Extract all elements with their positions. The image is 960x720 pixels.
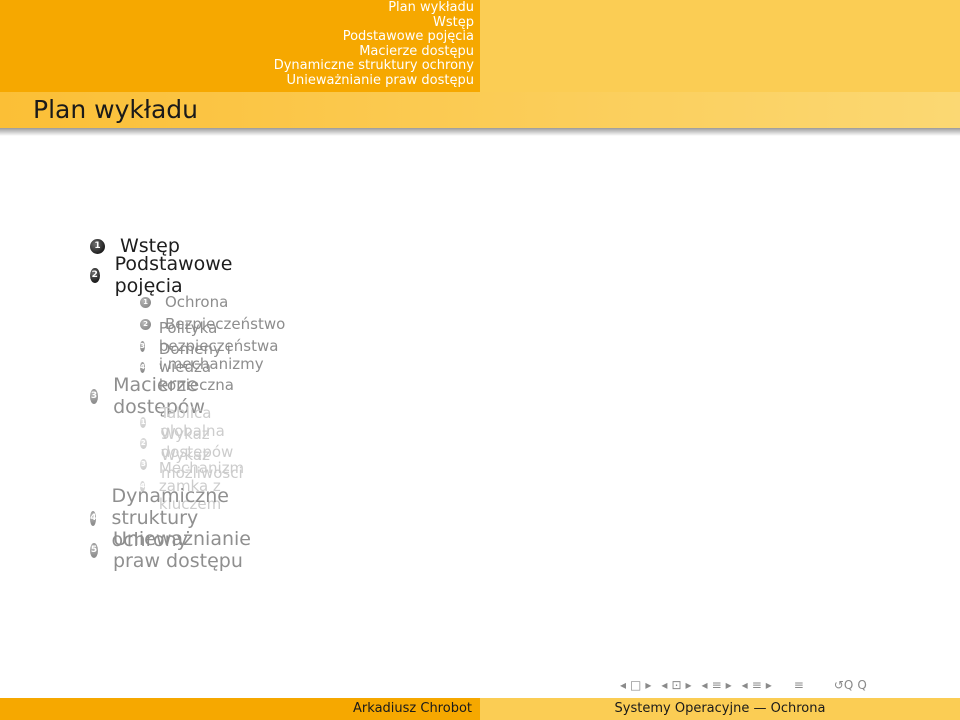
toc-section-5[interactable]: 5 Unieważnianie praw dostępu [90,528,258,572]
toc-section-label: Unieważnianie praw dostępu [112,528,251,572]
subframe-icon[interactable]: ⊡ [671,678,681,692]
footer-right-panel: Systemy Operacyjne — Ochrona [480,698,960,720]
zoom-icon[interactable]: Q [857,678,866,692]
footer-title: Systemy Operacyjne — Ochrona [614,701,826,716]
section-number-ball: 2 [90,267,100,283]
section-number-ball: 3 [90,388,99,404]
frame-icon[interactable]: □ [630,678,641,692]
subsection-prev-arrow-icon[interactable]: ◂ [742,678,748,692]
subframe-next-arrow-icon[interactable]: ▸ [686,678,692,692]
toc-subsection-label: Ochrona [165,293,229,311]
section-number-ball: 5 [90,542,98,558]
nav-item-podstawowe[interactable]: Podstawowe pojęcia [274,30,474,45]
title-bar-shadow [0,128,960,136]
section-icon[interactable]: ≡ [712,678,722,692]
nav-item-dynamiczne[interactable]: Dynamiczne struktury ochrony [274,59,474,74]
frame-prev-arrow-icon[interactable]: ◂ [620,678,626,692]
header-navigation: Plan wykładu Wstęp Podstawowe pojęcia Ma… [0,0,960,92]
beamer-navigation-symbols: ◂ □ ▸ ◂ ⊡ ▸ ◂ ≡ ▸ ◂ ≡ ▸ ≡ ↺Q Q [620,676,867,694]
back-search-icon[interactable]: ↺Q [834,678,854,692]
document-icon[interactable]: ≡ [794,678,804,692]
nav-item-uniewaznianie[interactable]: Unieważnianie praw dostępu [274,73,474,89]
toc-section-2[interactable]: 2 Podstawowe pojęcia [90,253,238,297]
toc-section-label: Podstawowe pojęcia [114,253,233,297]
subsection-number-ball: 2 [140,318,151,330]
footer: Arkadiusz Chrobot Systemy Operacyjne — O… [0,698,960,720]
section-prev-arrow-icon[interactable]: ◂ [702,678,708,692]
nav-item-macierze[interactable]: Macierze dostępu [274,44,474,60]
subsection-icon[interactable]: ≡ [752,678,762,692]
section-nav-list: Plan wykładu Wstęp Podstawowe pojęcia Ma… [274,0,474,89]
subsection-number-ball: 1 [140,296,151,308]
subsection-number-ball: 4 [140,361,145,373]
subsection-number-ball: 2 [140,437,147,449]
subframe-prev-arrow-icon[interactable]: ◂ [661,678,667,692]
toc-subsection-2-1[interactable]: 1 Ochrona [140,292,228,312]
section-number-ball: 4 [90,510,97,526]
section-number-ball: 1 [90,238,105,254]
nav-item-wstep[interactable]: Wstęp [274,15,474,31]
frame-next-arrow-icon[interactable]: ▸ [645,678,651,692]
footer-author: Arkadiusz Chrobot [353,701,472,716]
subsection-number-ball: 3 [140,458,147,470]
header-right-panel [480,0,960,92]
subsection-next-arrow-icon[interactable]: ▸ [766,678,772,692]
frame-title: Plan wykładu [33,95,198,124]
nav-item-plan[interactable]: Plan wykładu [274,0,474,16]
section-next-arrow-icon[interactable]: ▸ [726,678,732,692]
subsection-number-ball: 1 [140,416,147,428]
subsection-number-ball: 3 [140,340,145,352]
footer-left-panel: Arkadiusz Chrobot [0,698,480,720]
